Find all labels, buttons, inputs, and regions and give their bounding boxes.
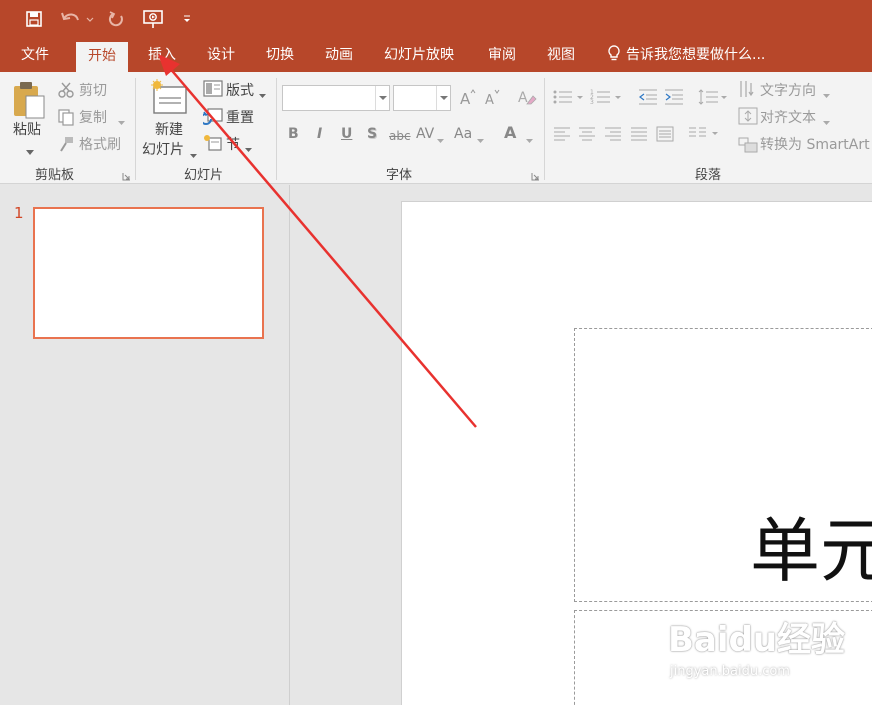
font-group-label: 字体 [386, 168, 413, 183]
smartart-icon [738, 135, 758, 157]
ribbon: 粘贴 剪切 复制 格式刷 剪贴板 新建 幻灯片 版式 重置 节 幻灯片 A A … [0, 72, 872, 184]
align-right-icon[interactable] [604, 127, 622, 145]
numbering-icon[interactable]: 123 [590, 88, 624, 110]
slide-title-text[interactable]: 单元 [750, 495, 872, 596]
align-text-button[interactable]: 对齐文本 [760, 107, 816, 127]
strikethrough-button[interactable]: abc [389, 129, 411, 143]
section-icon [203, 134, 223, 156]
reset-button[interactable]: 重置 [226, 107, 254, 127]
clipboard-dialog-launcher-icon[interactable] [122, 169, 131, 181]
paste-button-label[interactable]: 粘贴 [13, 119, 41, 139]
svg-text:A: A [518, 90, 528, 106]
new-slide-label-line2[interactable]: 幻灯片 [142, 139, 184, 159]
tell-me-box[interactable]: 告诉我您想要做什么... [606, 38, 765, 72]
cut-button[interactable]: 剪切 [79, 80, 107, 100]
decrease-font-size-icon[interactable]: A [484, 88, 502, 110]
new-slide-label-line1[interactable]: 新建 [155, 119, 183, 139]
tab-home[interactable]: 开始 [76, 42, 128, 72]
watermark: Baidu经验 jingyan.baidu.com [668, 612, 845, 682]
lightbulb-icon [608, 45, 620, 61]
chevron-down-icon[interactable] [437, 132, 444, 148]
ribbon-tab-bar: 文件 开始 插入 设计 切换 动画 幻灯片放映 审阅 视图 告诉我您想要做什么.… [0, 38, 872, 72]
align-text-icon [738, 107, 758, 129]
section-button[interactable]: 节 [226, 134, 240, 154]
layout-icon [203, 80, 223, 102]
distributed-icon[interactable] [656, 126, 674, 146]
redo-icon[interactable] [104, 7, 128, 31]
character-spacing-button[interactable]: AV [416, 126, 434, 142]
align-left-icon[interactable] [553, 127, 571, 145]
copy-button[interactable]: 复制 [79, 107, 107, 127]
change-case-button[interactable]: Aa [454, 126, 472, 142]
increase-indent-icon[interactable] [664, 88, 684, 110]
start-from-beginning-icon[interactable] [140, 7, 166, 31]
title-bar [0, 0, 872, 38]
layout-button[interactable]: 版式 [226, 80, 254, 100]
reset-icon [200, 107, 223, 129]
svg-text:A: A [485, 93, 494, 106]
paragraph-group-label: 段落 [695, 168, 722, 183]
cut-icon [57, 81, 75, 103]
chevron-down-icon[interactable] [477, 132, 484, 148]
tab-file[interactable]: 文件 [21, 38, 49, 72]
clear-formatting-icon[interactable]: A [517, 88, 537, 110]
line-spacing-icon[interactable] [698, 88, 730, 110]
copy-dropdown-icon[interactable] [118, 114, 125, 130]
chevron-down-icon[interactable] [823, 114, 830, 130]
decrease-indent-icon[interactable] [638, 88, 658, 110]
new-slide-icon[interactable] [150, 78, 190, 118]
tab-animations[interactable]: 动画 [325, 38, 353, 72]
font-dialog-launcher-icon[interactable] [531, 169, 540, 181]
text-direction-icon [738, 80, 758, 102]
paste-dropdown-icon[interactable] [26, 144, 34, 160]
svg-text:3: 3 [590, 99, 594, 106]
font-size-combo[interactable] [393, 85, 451, 111]
layout-dropdown-icon[interactable] [259, 87, 266, 103]
tab-insert[interactable]: 插入 [148, 38, 176, 72]
chevron-down-icon[interactable] [436, 86, 450, 110]
slides-group-label: 幻灯片 [184, 168, 224, 183]
slide-thumbnail[interactable] [33, 207, 264, 339]
underline-button[interactable]: U [341, 126, 352, 142]
undo-icon[interactable] [58, 7, 96, 31]
tab-slide-show[interactable]: 幻灯片放映 [384, 38, 454, 72]
clipboard-group-label: 剪贴板 [35, 168, 75, 183]
increase-font-size-icon[interactable]: A [459, 88, 477, 110]
tab-transitions[interactable]: 切换 [266, 38, 294, 72]
bullets-icon[interactable] [552, 88, 586, 110]
bold-button[interactable]: B [288, 126, 299, 142]
watermark-logo: Baidu经验 [668, 620, 846, 660]
font-color-button[interactable]: A [504, 123, 516, 142]
chevron-down-icon[interactable] [375, 86, 389, 110]
justify-icon[interactable] [630, 127, 648, 145]
watermark-url: jingyan.baidu.com [670, 664, 790, 679]
group-separator [276, 78, 277, 180]
paste-icon[interactable] [12, 80, 48, 120]
chevron-down-icon[interactable] [526, 132, 533, 148]
new-slide-dropdown-icon[interactable] [190, 147, 197, 163]
format-painter-icon [57, 135, 75, 157]
group-separator [135, 78, 136, 180]
group-separator [544, 78, 545, 180]
italic-button[interactable]: I [317, 126, 322, 142]
text-direction-button[interactable]: 文字方向 [760, 80, 816, 100]
text-shadow-button[interactable]: S [367, 126, 377, 142]
align-center-icon[interactable] [578, 127, 596, 145]
tab-view[interactable]: 视图 [547, 38, 575, 72]
chevron-down-icon[interactable] [823, 87, 830, 103]
section-dropdown-icon[interactable] [245, 141, 252, 157]
slide-number: 1 [14, 204, 24, 222]
tab-design[interactable]: 设计 [207, 38, 235, 72]
font-name-combo[interactable] [282, 85, 390, 111]
copy-icon [57, 108, 75, 130]
format-painter-button[interactable]: 格式刷 [79, 134, 121, 154]
customize-qat-icon[interactable] [180, 7, 194, 31]
save-icon[interactable] [22, 7, 46, 31]
convert-to-smartart-button[interactable]: 转换为 SmartArt [760, 134, 870, 154]
tab-review[interactable]: 审阅 [488, 38, 516, 72]
columns-icon[interactable] [688, 127, 722, 145]
svg-text:A: A [460, 90, 471, 106]
tell-me-text: 告诉我您想要做什么... [626, 47, 766, 63]
